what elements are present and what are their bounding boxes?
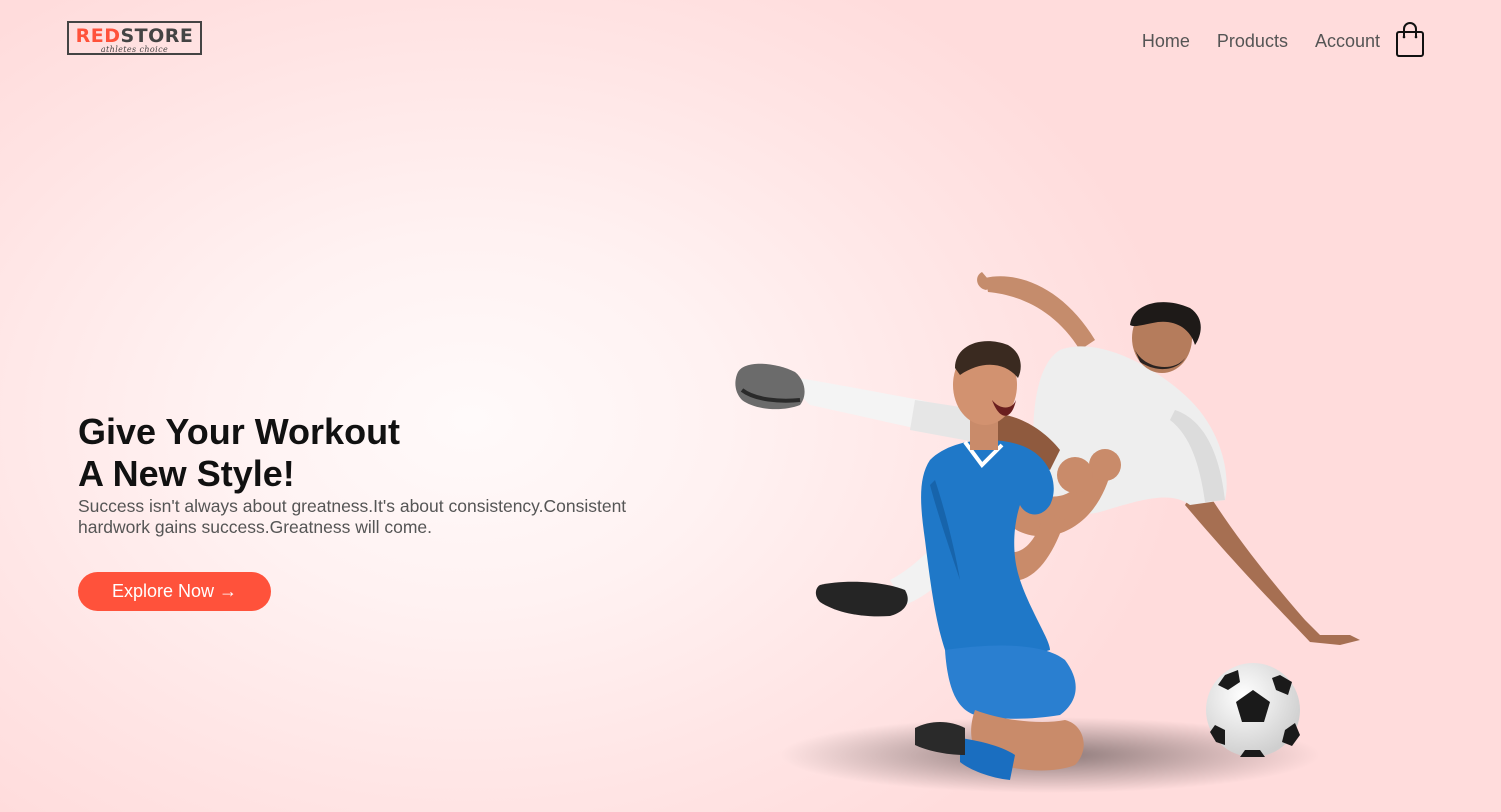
brand-wordmark: REDSTORE [69,26,200,46]
nav-link-products[interactable]: Products [1217,31,1288,52]
hero-title: Give Your Workout A New Style! [78,411,400,495]
hero-image [735,272,1360,793]
nav-link-home[interactable]: Home [1142,31,1190,52]
shopping-bag-icon [1396,22,1424,57]
explore-now-button[interactable]: Explore Now → [78,572,271,611]
cart-button[interactable] [1395,22,1425,58]
brand-name-dark: STORE [120,25,194,47]
main-nav: Home Products Account [1142,31,1380,52]
brand-tagline: athletes choice [100,45,169,54]
hero-description: Success isn't always about greatness.It'… [78,496,627,537]
hero-title-line-2: A New Style! [78,453,295,494]
navbar: REDSTORE athletes choice Home Products A… [0,0,1501,82]
nav-link-account[interactable]: Account [1315,31,1380,52]
hero-title-line-1: Give Your Workout [78,411,401,452]
brand-logo[interactable]: REDSTORE athletes choice [67,21,202,55]
football-icon [1206,663,1300,757]
player-white-shirt [735,272,1360,645]
brand-name-red: RED [75,25,121,47]
